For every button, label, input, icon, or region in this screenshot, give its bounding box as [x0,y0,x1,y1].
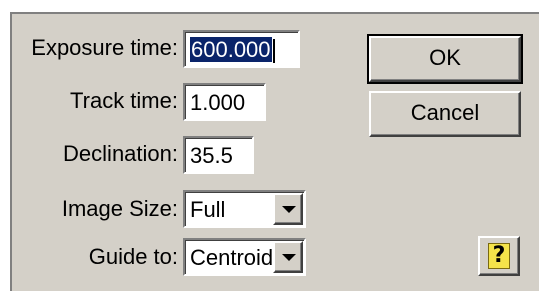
help-button[interactable]: ? [478,236,520,276]
exposure-time-value: 600.000 [190,37,272,62]
guide-to-value: Centroid [190,245,274,270]
exposure-dialog: Exposure time: 600.000 Track time: 1.000… [0,0,539,291]
declination-input[interactable]: 35.5 [183,136,254,174]
top-edge [0,0,539,12]
text-caret [272,39,275,64]
guide-to-dropdown-button[interactable] [273,241,303,273]
cancel-button[interactable]: Cancel [369,91,521,137]
declination-value: 35.5 [190,143,233,168]
track-time-input[interactable]: 1.000 [183,83,266,121]
track-time-value: 1.000 [190,90,246,115]
exposure-time-label: Exposure time: [31,35,178,60]
image-size-select[interactable]: Full [183,190,306,228]
help-icon: ? [488,243,510,269]
track-time-label: Track time: [70,88,178,113]
chevron-down-icon [282,254,296,261]
guide-to-label: Guide to: [88,244,178,269]
image-size-label: Image Size: [61,196,178,221]
chevron-down-icon [282,206,296,213]
image-size-dropdown-button[interactable] [273,193,303,225]
guide-to-select[interactable]: Centroid [183,238,306,276]
ok-button[interactable]: OK [367,34,523,84]
exposure-time-input[interactable]: 600.000 [183,30,300,68]
declination-label: Declination: [63,141,178,166]
image-size-value: Full [190,197,226,222]
left-edge [0,12,10,291]
